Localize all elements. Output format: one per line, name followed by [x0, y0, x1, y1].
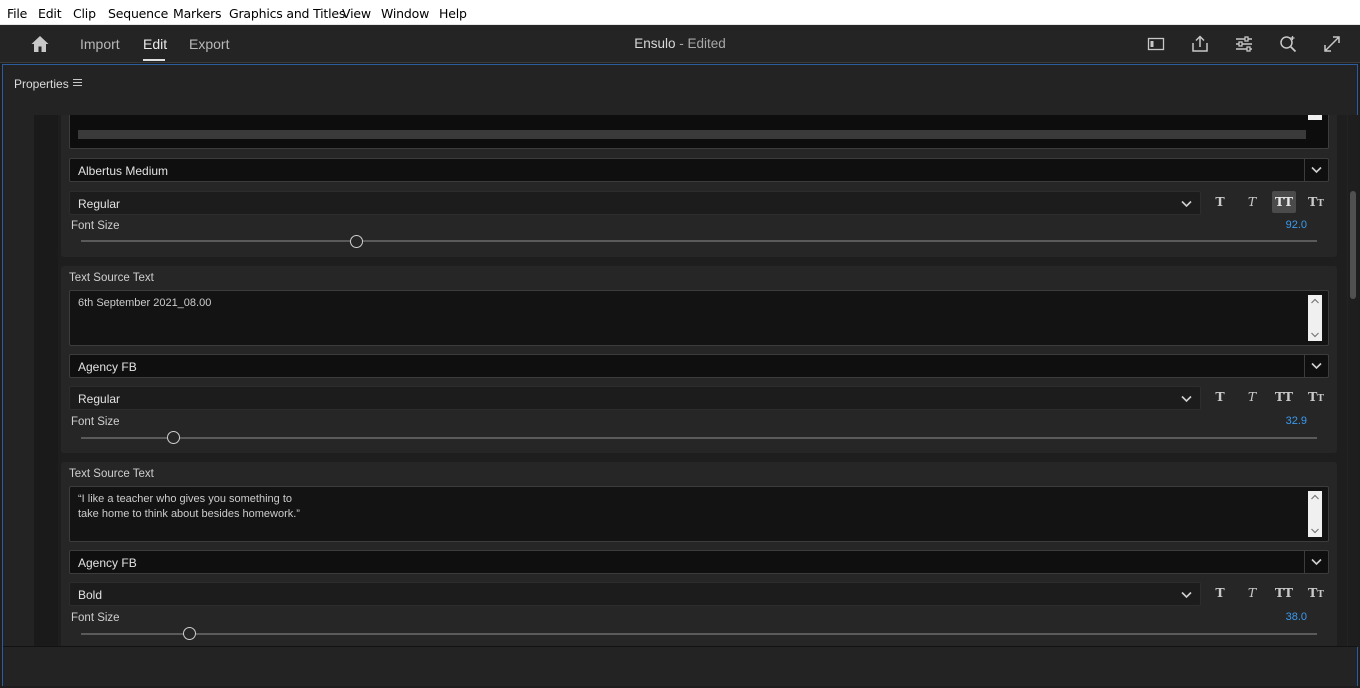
font-family-select[interactable]: Agency FB: [69, 550, 1329, 574]
active-tab-indicator: [143, 59, 165, 61]
text-source-card: Text Source Text “I like a teacher who g…: [61, 462, 1337, 647]
panel-title: Properties: [14, 77, 69, 91]
font-style-value: Regular: [78, 197, 121, 211]
menu-file[interactable]: File: [7, 7, 27, 21]
properties-scroll-area: Albertus Medium Regular T T TT Tт Font S…: [34, 115, 1347, 647]
app-header: Import Edit Export Ensulo - Edited: [0, 25, 1360, 63]
menu-sequence[interactable]: Sequence: [108, 7, 168, 21]
chevron-down-icon: [1311, 558, 1322, 566]
small-caps-button[interactable]: Tт: [1304, 582, 1328, 604]
source-text-scrollbar[interactable]: [1308, 491, 1322, 537]
scroll-down-icon[interactable]: [1311, 332, 1319, 338]
faux-bold-button[interactable]: T: [1208, 191, 1232, 213]
zoom-search-icon[interactable]: [1278, 34, 1298, 54]
font-size-label: Font Size: [71, 220, 120, 232]
faux-bold-button[interactable]: T: [1208, 386, 1232, 408]
menu-bar: File Edit Clip Sequence Markers Graphics…: [0, 0, 1360, 25]
scroll-up-icon[interactable]: [1311, 494, 1319, 500]
chevron-down-icon: [1181, 591, 1192, 599]
menu-edit[interactable]: Edit: [38, 7, 62, 21]
font-size-value[interactable]: 32.9: [1247, 415, 1307, 428]
font-size-value[interactable]: 92.0: [1247, 219, 1307, 232]
faux-italic-button[interactable]: T: [1240, 582, 1264, 604]
faux-italic-button[interactable]: T: [1240, 191, 1264, 213]
font-family-value: Agency FB: [78, 360, 137, 374]
font-family-select[interactable]: Agency FB: [69, 354, 1329, 378]
text-style-card: Albertus Medium Regular T T TT Tт Font S…: [61, 115, 1337, 257]
left-gutter: [34, 115, 58, 647]
menu-window[interactable]: Window: [381, 7, 429, 21]
source-text-field[interactable]: 6th September 2021_08.00: [69, 290, 1329, 346]
source-text-field[interactable]: “I like a teacher who gives you somethin…: [69, 486, 1329, 542]
menu-markers[interactable]: Markers: [173, 7, 222, 21]
source-text-field[interactable]: [69, 115, 1329, 149]
source-text-value: “I like a teacher who gives you somethin…: [78, 493, 300, 520]
hamburger-icon[interactable]: [73, 78, 82, 87]
panel-layout-icon[interactable]: [1146, 34, 1166, 54]
font-size-value[interactable]: 38.0: [1247, 611, 1307, 624]
font-family-value: Albertus Medium: [78, 164, 169, 178]
properties-scrollbar[interactable]: [1348, 115, 1358, 647]
menu-view[interactable]: View: [342, 7, 371, 21]
text-source-label: Text Source Text: [69, 272, 154, 284]
font-family-dropdown-button[interactable]: [1304, 355, 1328, 377]
fullscreen-icon[interactable]: [1322, 34, 1342, 54]
chevron-down-icon: [1311, 362, 1322, 370]
properties-panel: Properties Albertus Medium Regular T T T…: [2, 64, 1358, 686]
menu-help[interactable]: Help: [439, 7, 467, 21]
font-style-value: Bold: [78, 588, 103, 602]
font-style-select[interactable]: Regular: [69, 191, 1201, 215]
font-size-slider-thumb[interactable]: [167, 431, 180, 444]
font-style-value: Regular: [78, 392, 121, 406]
font-size-slider-thumb[interactable]: [350, 235, 363, 248]
menu-clip[interactable]: Clip: [73, 7, 96, 21]
font-size-label: Font Size: [71, 612, 120, 624]
panel-footer: [3, 646, 1357, 686]
all-caps-button[interactable]: TT: [1272, 386, 1296, 408]
chevron-down-icon: [1181, 395, 1192, 403]
chevron-down-icon: [1181, 200, 1192, 208]
font-size-label: Font Size: [71, 416, 120, 428]
font-size-slider[interactable]: [81, 437, 1317, 439]
font-family-dropdown-button[interactable]: [1304, 551, 1328, 573]
faux-italic-button[interactable]: T: [1240, 386, 1264, 408]
source-text-value: 6th September 2021_08.00: [78, 297, 212, 309]
all-caps-button[interactable]: TT: [1272, 191, 1296, 213]
project-status: Edited: [687, 36, 726, 51]
source-text-scrollbar[interactable]: [1308, 295, 1322, 341]
scroll-down-icon[interactable]: [1311, 528, 1319, 534]
project-name: Ensulo: [634, 36, 676, 51]
source-text-scrollbar[interactable]: [1308, 115, 1322, 120]
text-source-label: Text Source Text: [69, 468, 154, 480]
all-caps-button[interactable]: TT: [1272, 582, 1296, 604]
small-caps-button[interactable]: Tт: [1304, 386, 1328, 408]
font-family-dropdown-button[interactable]: [1304, 159, 1328, 181]
font-size-slider[interactable]: [81, 240, 1317, 242]
scroll-down-icon[interactable]: [1311, 115, 1319, 116]
properties-scrollbar-thumb[interactable]: [1350, 191, 1356, 299]
font-style-select[interactable]: Bold: [69, 582, 1201, 606]
scroll-up-icon[interactable]: [1311, 298, 1319, 304]
font-size-slider[interactable]: [81, 633, 1317, 635]
font-size-slider-thumb[interactable]: [183, 627, 196, 640]
share-icon[interactable]: [1190, 34, 1210, 54]
small-caps-button[interactable]: Tт: [1304, 191, 1328, 213]
sliders-icon[interactable]: [1234, 34, 1254, 54]
menu-graphics-and-titles[interactable]: Graphics and Titles: [229, 7, 345, 21]
chevron-down-icon: [1311, 166, 1322, 174]
font-family-value: Agency FB: [78, 556, 137, 570]
title-separator: -: [675, 36, 688, 51]
text-source-card: Text Source Text 6th September 2021_08.0…: [61, 266, 1337, 453]
text-selection-highlight: [78, 130, 1306, 139]
font-style-select[interactable]: Regular: [69, 386, 1201, 410]
faux-bold-button[interactable]: T: [1208, 582, 1232, 604]
font-family-select[interactable]: Albertus Medium: [69, 158, 1329, 182]
